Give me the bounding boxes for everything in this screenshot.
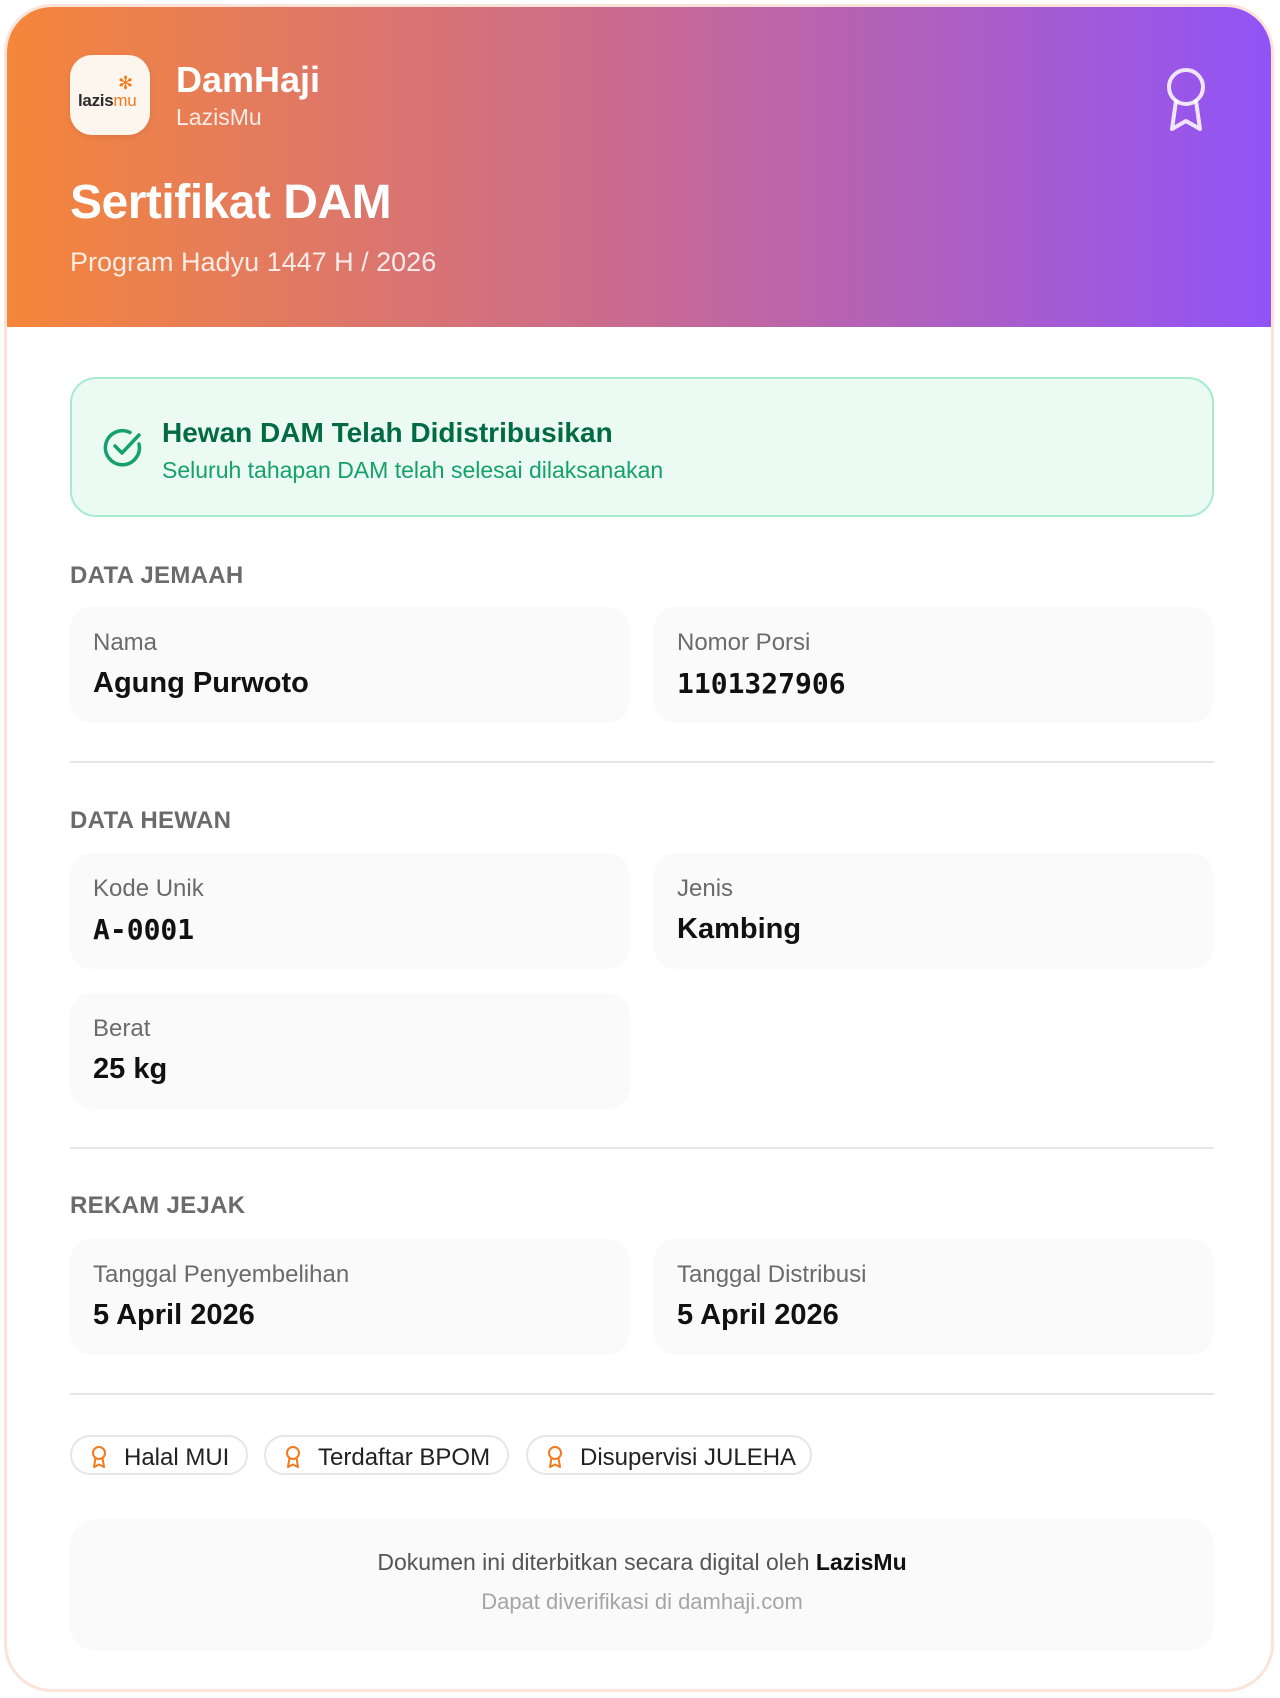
check-circle-icon	[103, 428, 142, 467]
field-nama: Nama Agung Purwoto	[70, 607, 630, 723]
field-label: Nomor Porsi	[677, 629, 811, 656]
badge-label: Disupervisi JULEHA	[580, 1444, 797, 1471]
field-value: 25 kg	[93, 1053, 168, 1085]
award-icon	[92, 1446, 106, 1468]
award-icon	[286, 1446, 300, 1468]
field-value: Agung Purwoto	[93, 667, 309, 699]
status-subtitle: Seluruh tahapan DAM telah selesai dilaks…	[162, 457, 664, 483]
badge-disupervisi-juleha: Disupervisi JULEHA	[526, 1435, 812, 1475]
field-nomor-porsi: Nomor Porsi 1101327906	[654, 607, 1214, 723]
field-tanggal-penyembelihan: Tanggal Penyembelihan 5 April 2026	[70, 1239, 630, 1355]
field-kode-unik: Kode Unik A-0001	[70, 853, 630, 969]
section-divider	[70, 761, 1214, 763]
field-jenis: Jenis Kambing	[654, 853, 1214, 969]
status-banner: Hewan DAM Telah Didistribusikan Seluruh …	[70, 377, 1214, 517]
field-label: Tanggal Penyembelihan	[93, 1261, 350, 1288]
brand-subtitle: LazisMu	[176, 104, 262, 130]
field-berat: Berat 25 kg	[70, 993, 630, 1109]
section-label-rekam-jejak: REKAM JEJAK	[70, 1192, 246, 1219]
field-label: Tanggal Distribusi	[677, 1261, 867, 1288]
lazismu-logo: ✻ lazismu	[70, 55, 150, 135]
field-label: Nama	[93, 629, 158, 656]
footer-issued-by: Dokumen ini diterbitkan secara digital o…	[377, 1549, 907, 1575]
badge-terdaftar-bpom: Terdaftar BPOM	[264, 1435, 509, 1475]
page-title: Sertifikat DAM	[70, 176, 392, 229]
award-icon	[548, 1446, 562, 1468]
certificate-header: ✻ lazismu DamHaji LazisMu Sertifikat DAM…	[7, 7, 1271, 327]
field-value: Kambing	[677, 913, 802, 945]
field-label: Jenis	[677, 875, 734, 902]
certificate-card: ✻ lazismu DamHaji LazisMu Sertifikat DAM…	[4, 4, 1274, 1692]
section-divider	[70, 1393, 1214, 1395]
award-ribbon-icon	[1167, 68, 1205, 131]
field-tanggal-distribusi: Tanggal Distribusi 5 April 2026	[654, 1239, 1214, 1355]
footer-verify-note: Dapat diverifikasi di damhaji.com	[481, 1589, 803, 1614]
section-label-hewan: DATA HEWAN	[70, 807, 232, 834]
page-subtitle: Program Hadyu 1447 H / 2026	[70, 247, 437, 277]
certificate-footer: Dokumen ini diterbitkan secara digital o…	[70, 1519, 1214, 1651]
section-divider	[70, 1147, 1214, 1149]
field-value: A-0001	[93, 913, 195, 946]
section-label-jemaah: DATA JEMAAH	[70, 562, 244, 589]
badge-halal-mui: Halal MUI	[70, 1435, 248, 1475]
field-value: 1101327906	[677, 667, 846, 700]
field-label: Berat	[93, 1015, 151, 1042]
logo-wordmark: lazismu	[78, 91, 137, 110]
badge-label: Terdaftar BPOM	[318, 1444, 491, 1471]
brand-name: DamHaji	[176, 59, 321, 100]
field-value: 5 April 2026	[677, 1299, 839, 1331]
field-value: 5 April 2026	[93, 1299, 255, 1331]
status-title: Hewan DAM Telah Didistribusikan	[162, 417, 613, 448]
logo-star-icon: ✻	[118, 73, 134, 93]
field-label: Kode Unik	[93, 875, 204, 902]
badge-label: Halal MUI	[124, 1444, 230, 1471]
